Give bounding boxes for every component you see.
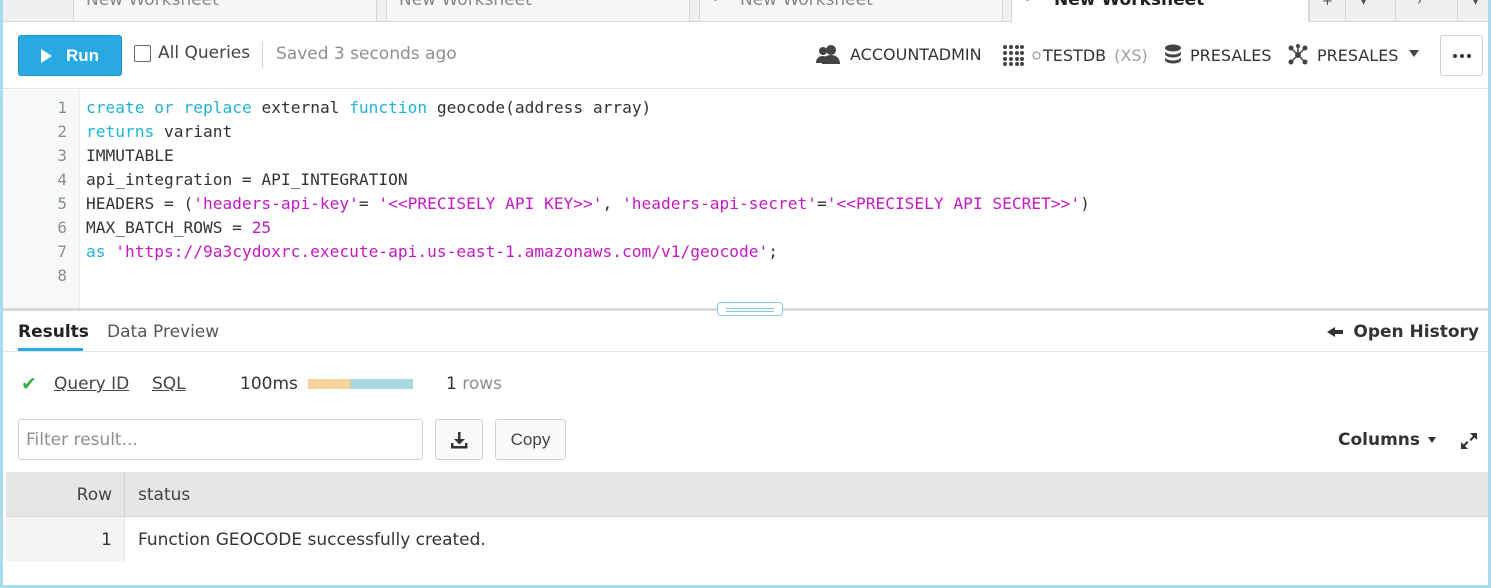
worksheet-tab[interactable]: ✔ New Worksheet [699,0,1003,22]
line-number: 5 [57,194,67,213]
warehouse-size: (XS) [1114,45,1148,65]
sql-code[interactable]: create or replace external function geoc… [86,96,1090,288]
table-header: Row status [6,472,1488,517]
code-line: create or replace external function geoc… [86,98,652,117]
status-cell: Function GEOCODE successfully created. [138,530,486,550]
code-line: IMMUTABLE [86,146,174,165]
warehouse-label: TESTDB [1043,45,1107,65]
results-tab-bar: Results Data Preview Open History [3,311,1488,352]
tab-menu-chevron-icon[interactable]: ▾ [1345,0,1381,22]
worksheet-tab-active[interactable]: ✔ New Worksheet [1011,0,1309,22]
more-icon-dot [1459,53,1464,58]
more-icon-dot [1466,53,1471,58]
line-number: 8 [57,266,67,285]
open-history-label: Open History [1353,322,1479,342]
column-header-row[interactable]: Row [6,472,125,517]
schema-selector[interactable]: PRESALES [1287,44,1398,66]
line-number: 6 [57,218,67,237]
download-button[interactable] [435,419,483,460]
worksheet-tab[interactable]: New Worksheet [73,0,377,22]
line-number: 4 [57,170,67,189]
database-icon [1165,44,1181,64]
database-selector[interactable]: PRESALES [1164,44,1271,66]
row-number-cell: 1 [6,517,125,562]
query-status-row: ✔ Query ID SQL 100ms 1 rows [3,370,1488,400]
line-number-gutter: 1 2 3 4 5 6 7 8 [3,90,80,308]
play-icon [40,48,52,63]
role-label: ACCOUNTADMIN [850,44,982,64]
code-line: api_integration = API_INTEGRATION [86,170,408,189]
worksheet-tab-label: New Worksheet [399,0,532,10]
table-row[interactable]: 1 Function GEOCODE successfully created. [6,517,1488,562]
warehouse-grid-icon [1003,45,1024,66]
worksheet-tab-label: New Worksheet [740,0,873,10]
all-queries-checkbox[interactable] [134,44,151,62]
open-history-button[interactable]: Open History [1327,322,1479,342]
sql-link[interactable]: SQL [152,374,186,394]
schema-label: PRESALES [1317,45,1399,65]
tab-results[interactable]: Results [18,322,89,342]
worksheet-toolbar: Run All Queries Saved 3 seconds ago ACCO… [3,22,1488,89]
line-number: 7 [57,242,67,261]
sql-editor[interactable]: 1 2 3 4 5 6 7 8 create or replace extern… [3,90,1488,308]
users-icon [816,45,840,64]
row-count: 1 rows [446,374,502,394]
code-line: MAX_BATCH_ROWS = 25 [86,218,272,237]
more-icon-dot [1452,53,1457,58]
schema-dropdown-caret-icon[interactable] [1409,50,1419,57]
caret-down-icon [1428,437,1437,443]
worksheet-window: New Worksheet New Worksheet ✔ New Worksh… [0,0,1491,588]
worksheet-tab[interactable]: New Worksheet [386,0,690,22]
column-header-status[interactable]: status [138,485,190,505]
copy-button[interactable]: Copy [495,419,566,460]
tab-scroll-button[interactable]: › [1395,0,1443,22]
active-tab-indicator [18,348,83,351]
duration-bar [308,379,413,389]
worksheet-tab-label: New Worksheet [1054,0,1205,10]
saved-status: Saved 3 seconds ago [276,44,457,64]
check-icon: ✔ [712,0,724,6]
all-queries-toggle[interactable]: All Queries [134,43,250,63]
code-line: as 'https://9a3cydoxrc.execute-api.us-ea… [86,242,778,261]
success-check-icon: ✔ [21,373,37,395]
worksheet-tab-strip: New Worksheet New Worksheet ✔ New Worksh… [3,0,1488,22]
query-duration: 100ms [240,374,298,394]
download-icon [451,431,468,448]
more-options-button[interactable] [1440,35,1483,76]
results-table: Row status 1 Function GEOCODE successful… [6,472,1488,562]
role-selector[interactable]: ACCOUNTADMIN [816,44,982,64]
line-number: 2 [57,122,67,141]
worksheet-tab-label: New Worksheet [86,0,219,10]
warehouse-status-icon [1032,51,1041,59]
filter-result-input[interactable] [18,419,423,460]
add-tab-button[interactable]: + [1309,0,1345,22]
code-line: returns variant [86,122,233,141]
schema-network-icon [1288,44,1308,65]
expand-icon[interactable] [1460,432,1478,450]
duration-bar-queued [308,379,350,389]
run-button[interactable]: Run [18,35,122,76]
line-number: 1 [57,98,67,117]
columns-dropdown[interactable]: Columns [1338,430,1437,450]
all-queries-label: All Queries [158,43,251,63]
tab-data-preview[interactable]: Data Preview [107,322,219,342]
warehouse-selector[interactable]: TESTDB (XS) [1002,44,1148,66]
query-id-link[interactable]: Query ID [54,374,129,394]
database-label: PRESALES [1190,45,1272,65]
arrow-left-icon [1327,327,1344,337]
tab-list-chevron-icon[interactable]: ▾ [1457,0,1488,22]
line-number: 3 [57,146,67,165]
row-count-unit: rows [462,374,503,394]
code-line: HEADERS = ('headers-api-key'= '<<PRECISE… [86,194,1090,213]
run-button-label: Run [65,45,100,65]
row-count-value: 1 [446,374,457,394]
toolbar-divider [262,42,263,68]
check-icon: ✔ [1024,0,1036,6]
columns-label: Columns [1338,430,1421,450]
